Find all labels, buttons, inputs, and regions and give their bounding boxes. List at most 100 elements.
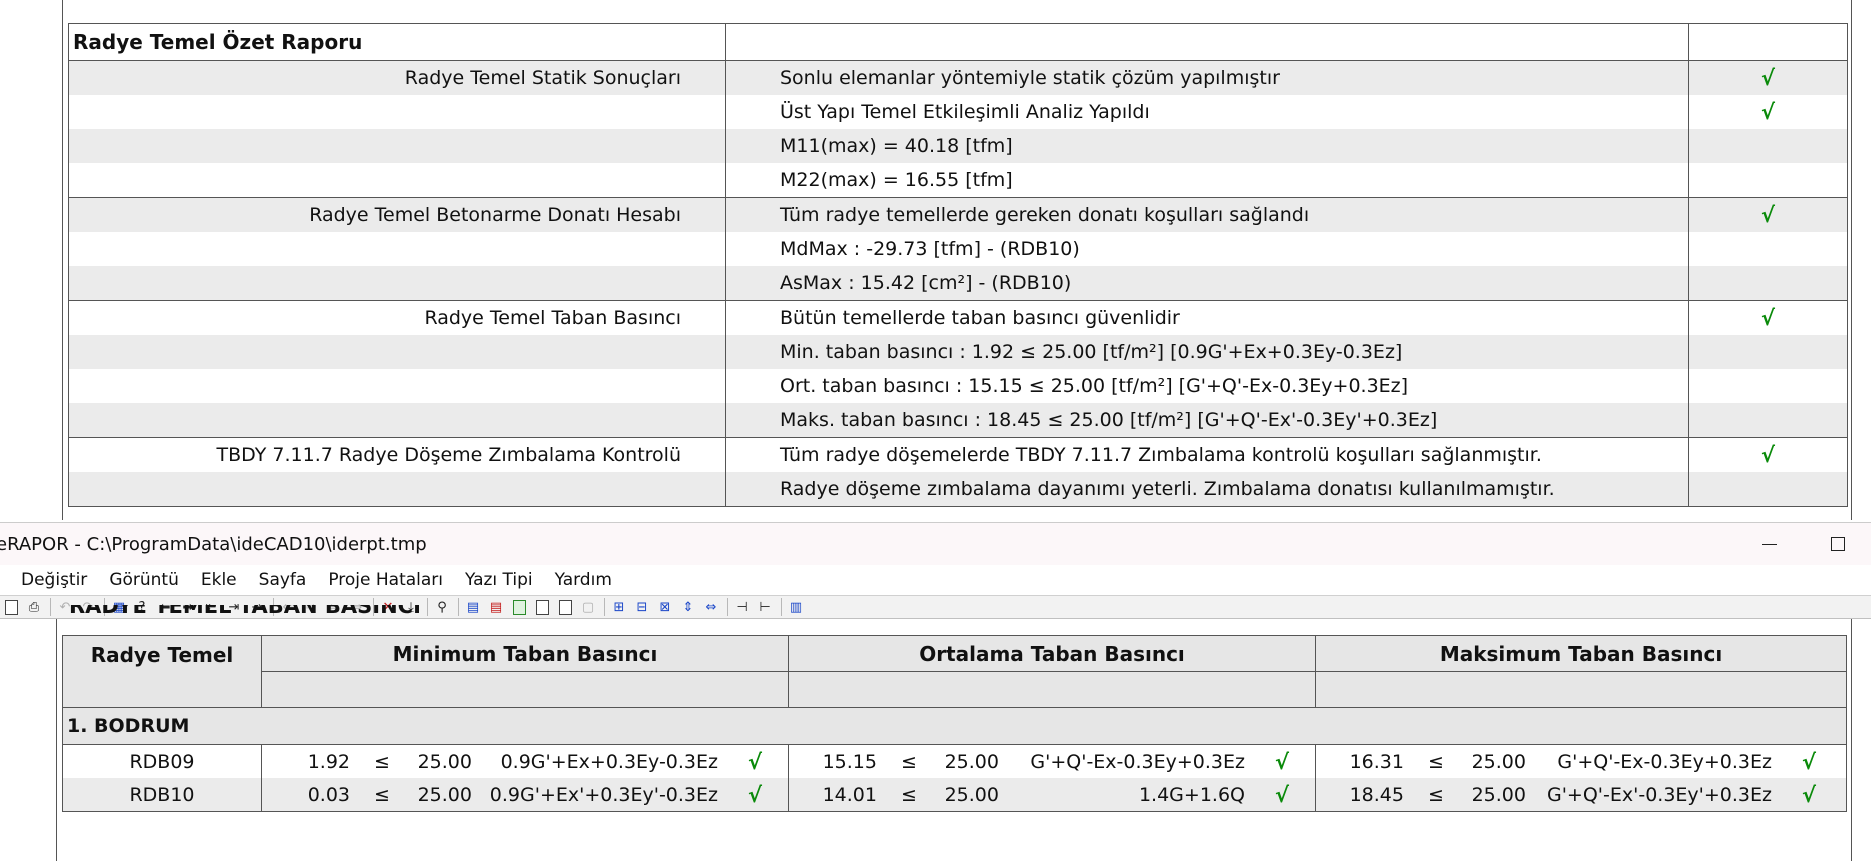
combo-text: 1.4G+1.6Q xyxy=(1138,783,1245,806)
page-icon-3[interactable] xyxy=(510,598,528,616)
le-symbol: ≤ xyxy=(374,750,390,773)
summary-line-text: MdMax : -29.73 [tfm] - (RDB10) xyxy=(726,232,1689,266)
section-heading-cut: RADYE TEMEL TABAN BASINCI xyxy=(69,605,421,618)
cell-avg: 15.15 ≤25.00 G'+Q'-Ex-0.3Ey+0.3Ez √ xyxy=(789,745,1316,778)
menu-proje-hatalari[interactable]: Proje Hataları xyxy=(317,570,454,590)
check-icon: √ xyxy=(748,782,763,807)
summary-row: Ort. taban basıncı : 15.15 ≤ 25.00 [tf/m… xyxy=(69,369,1847,403)
check-icon xyxy=(1689,472,1847,506)
zoom-icon-4[interactable]: ⇕ xyxy=(679,598,697,616)
summary-section-label: Radye Temel Taban Basıncı xyxy=(69,301,726,335)
check-icon xyxy=(1689,335,1847,369)
menu-yazi-tipi[interactable]: Yazı Tipi xyxy=(454,570,544,590)
maximize-icon xyxy=(1831,537,1845,551)
page-icon-2[interactable]: ▤ xyxy=(487,598,505,616)
le-symbol: ≤ xyxy=(901,750,917,773)
tree-icon[interactable]: ⚲ xyxy=(433,598,451,616)
fit-page-icon[interactable]: ⊢ xyxy=(756,598,774,616)
cell-min: 1.92 ≤25.00 0.9G'+Ex+0.3Ey-0.3Ez √ xyxy=(262,745,789,778)
summary-row: Radye Temel Taban Basıncı Bütün temellerd… xyxy=(69,300,1847,335)
value-text: 16.31 xyxy=(1349,750,1404,773)
page-icon-5[interactable] xyxy=(556,598,574,616)
check-icon: √ xyxy=(1802,782,1817,807)
summary-line-text: Tüm radye temellerde gereken donatı koşu… xyxy=(726,198,1689,232)
check-icon xyxy=(1689,232,1847,266)
table-subheader-row xyxy=(63,672,1846,708)
columns-icon[interactable]: ▥ xyxy=(787,598,805,616)
minimize-icon xyxy=(1761,543,1777,545)
cell-avg: 14.01 ≤25.00 1.4G+1.6Q √ xyxy=(789,778,1316,811)
summary-line-text: AsMax : 15.42 [cm²] - (RDB10) xyxy=(726,266,1689,300)
summary-row: Maks. taban basıncı : 18.45 ≤ 25.00 [tf/… xyxy=(69,403,1847,437)
report-page-top: Radye Temel Özet Raporu Radye Temel Stat… xyxy=(62,0,1852,520)
row-name: RDB09 xyxy=(63,745,262,778)
menu-degistir[interactable]: Değiştir xyxy=(0,570,98,590)
row-name: RDB10 xyxy=(63,778,262,811)
summary-row: M11(max) = 40.18 [tfm] xyxy=(69,129,1847,163)
summary-section-label: Radye Temel Statik Sonuçları xyxy=(69,61,726,95)
fit-width-icon[interactable]: ⊣ xyxy=(733,598,751,616)
zoom-icon-1[interactable]: ⊞ xyxy=(610,598,628,616)
summary-line-text: Sonlu elemanlar yöntemiyle statik çözüm … xyxy=(726,61,1689,95)
summary-line-text: Min. taban basıncı : 1.92 ≤ 25.00 [tf/m²… xyxy=(726,335,1689,369)
combo-text: G'+Q'-Ex-0.3Ey+0.3Ez xyxy=(1030,750,1245,773)
check-icon xyxy=(1689,163,1847,197)
summary-section-label: TBDY 7.11.7 Radye Döşeme Zımbalama Kontr… xyxy=(69,438,726,472)
summary-row: M22(max) = 16.55 [tfm] xyxy=(69,163,1847,197)
zoom-icon-5[interactable]: ⇔ xyxy=(702,598,720,616)
check-icon: √ xyxy=(1760,306,1775,330)
print-icon[interactable]: ⎙ xyxy=(25,598,43,616)
summary-header-row: Radye Temel Özet Raporu xyxy=(69,24,1847,60)
pressure-body: RDB09 1.92 ≤25.00 0.9G'+Ex+0.3Ey-0.3Ez √ 15.1… xyxy=(63,745,1846,811)
summary-line-text: M22(max) = 16.55 [tfm] xyxy=(726,163,1689,197)
summary-row: TBDY 7.11.7 Radye Döşeme Zımbalama Kontr… xyxy=(69,437,1847,472)
value-text: 1.92 xyxy=(307,750,350,773)
check-icon: √ xyxy=(1760,443,1775,467)
summary-row: Üst Yapı Temel Etkileşimli Analiz Yapıld… xyxy=(69,95,1847,129)
window-titlebar[interactable]: eRAPOR - C:\ProgramData\ideCAD10\iderpt.… xyxy=(0,522,1871,565)
combo-text: 0.9G'+Ex'+0.3Ey'-0.3Ez xyxy=(489,783,718,806)
print-preview-icon[interactable] xyxy=(2,598,20,616)
limit-text: 25.00 xyxy=(944,750,999,773)
minimize-button[interactable] xyxy=(1756,531,1782,557)
check-icon xyxy=(1689,403,1847,437)
check-icon: √ xyxy=(1760,100,1775,124)
page-icon-1[interactable]: ▤ xyxy=(464,598,482,616)
floor-group-row: 1. BODRUM xyxy=(63,708,1846,745)
check-icon xyxy=(1689,266,1847,300)
summary-body: Radye Temel Statik Sonuçları Sonlu eleman… xyxy=(69,60,1847,506)
summary-row: AsMax : 15.42 [cm²] - (RDB10) xyxy=(69,266,1847,300)
summary-row: Radye döşeme zımbalama dayanımı yeterli.… xyxy=(69,472,1847,506)
combo-text: 0.9G'+Ex+0.3Ey-0.3Ez xyxy=(500,750,718,773)
menu-ekle[interactable]: Ekle xyxy=(190,570,248,590)
col-header-max: Maksimum Taban Basıncı xyxy=(1439,641,1723,666)
zoom-icon-3[interactable]: ⊠ xyxy=(656,598,674,616)
summary-title: Radye Temel Özet Raporu xyxy=(69,24,726,60)
limit-text: 25.00 xyxy=(417,783,472,806)
maximize-button[interactable] xyxy=(1825,531,1851,557)
limit-text: 25.00 xyxy=(944,783,999,806)
table-header-row: Minimum Taban Basıncı Ortalama Taban Bas… xyxy=(63,636,1846,672)
zoom-icon-2[interactable]: ⊟ xyxy=(633,598,651,616)
col-header-min: Minimum Taban Basıncı xyxy=(262,636,789,671)
check-icon: √ xyxy=(1760,66,1775,90)
le-symbol: ≤ xyxy=(1428,783,1444,806)
limit-text: 25.00 xyxy=(1471,750,1526,773)
summary-row: MdMax : -29.73 [tfm] - (RDB10) xyxy=(69,232,1847,266)
page-icon-4[interactable] xyxy=(533,598,551,616)
menu-yardim[interactable]: Yardım xyxy=(544,570,623,590)
value-text: 18.45 xyxy=(1349,783,1404,806)
check-icon: √ xyxy=(1275,749,1290,774)
table-row: RDB10 0.03 ≤25.00 0.9G'+Ex'+0.3Ey'-0.3Ez √ 14… xyxy=(63,778,1846,811)
value-text: 14.01 xyxy=(822,783,877,806)
menu-sayfa[interactable]: Sayfa xyxy=(248,570,318,590)
limit-text: 25.00 xyxy=(1471,783,1526,806)
le-symbol: ≤ xyxy=(374,783,390,806)
summary-line-text: Üst Yapı Temel Etkileşimli Analiz Yapıld… xyxy=(726,95,1689,129)
page-icon-6[interactable]: ▢ xyxy=(579,598,597,616)
pressure-table: Radye Temel Minimum Taban Basıncı Ortala… xyxy=(62,635,1847,812)
summary-row: Radye Temel Betonarme Donatı Hesabı Tüm r… xyxy=(69,197,1847,232)
menu-bar: Değiştir Görüntü Ekle Sayfa Proje Hatala… xyxy=(0,565,1871,595)
summary-line-text: M11(max) = 40.18 [tfm] xyxy=(726,129,1689,163)
menu-goruntu[interactable]: Görüntü xyxy=(98,570,190,590)
